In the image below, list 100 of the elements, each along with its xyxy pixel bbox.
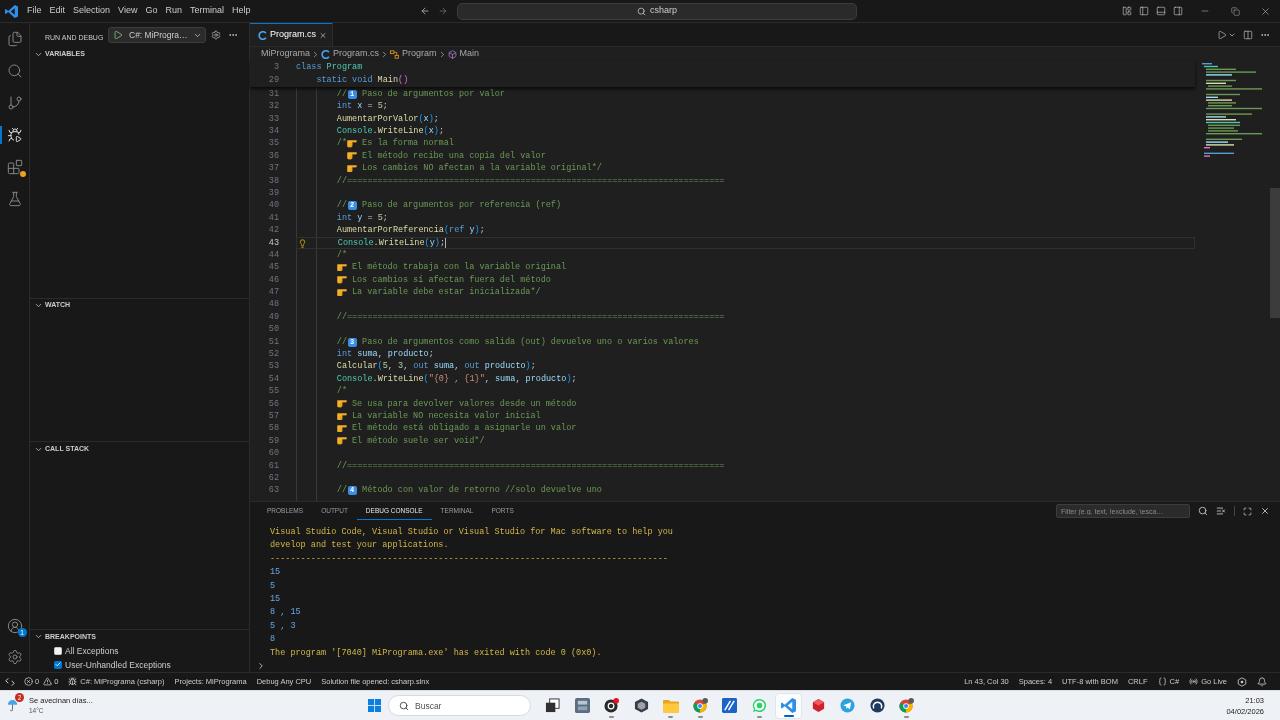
line-number: 44 [267, 248, 279, 262]
code-text: Se usa para devolver valores desde un método [350, 397, 577, 411]
four-squares-icon[interactable] [367, 699, 381, 712]
breadcrumb-item[interactable]: MiPrograma [261, 47, 310, 61]
close-icon[interactable] [319, 30, 327, 40]
breadcrumb-item[interactable]: Program [390, 47, 437, 61]
code-text: // [336, 87, 347, 101]
line-number: 56 [267, 397, 279, 411]
angle-brackets-icon[interactable] [5, 676, 15, 687]
maximize-icon[interactable] [1243, 506, 1252, 516]
pointing-hand-icon [347, 152, 357, 160]
bug-play-icon[interactable] [6, 127, 23, 143]
ribbon-icon [781, 698, 797, 713]
line-number: 42 [267, 224, 279, 237]
menu-item[interactable]: Terminal [185, 2, 228, 20]
hexagon-icon[interactable] [1237, 676, 1247, 687]
menu-item[interactable]: Run [161, 2, 186, 20]
taskbar-button[interactable] [775, 692, 803, 719]
code-text: //========================================================================== [336, 459, 725, 473]
checkbox-label[interactable]: User-Unhandled Exceptions [65, 658, 171, 672]
code-text: Paso de argumentos como salida (out) devuelve uno o varios valores [361, 335, 699, 349]
user-circle-icon[interactable] [6, 617, 23, 634]
code-text: Es la forma normal [361, 137, 454, 151]
forward-arrow-icon[interactable] [438, 6, 448, 16]
line-number: 34 [267, 125, 279, 138]
cube-icon [447, 49, 457, 59]
search-icon[interactable] [1198, 506, 1208, 516]
bug-icon [68, 677, 78, 686]
search-bar[interactable]: Buscar [388, 695, 531, 716]
code-text: La variable debe estar inicializada*/ [350, 286, 541, 299]
menu-item[interactable]: Edit [45, 2, 70, 20]
checkbox[interactable] [54, 647, 62, 655]
search-icon [637, 6, 646, 16]
breadcrumb-item[interactable]: Main [447, 47, 480, 61]
chevron-right-icon[interactable] [256, 660, 266, 671]
logo-icon [5, 4, 18, 18]
code-text: La variable NO necesita valor inicial [350, 410, 541, 423]
bell-icon[interactable] [1257, 676, 1267, 687]
panel-right-icon[interactable] [1173, 6, 1183, 16]
menu-item[interactable]: File [23, 2, 46, 20]
line-number: 41 [267, 211, 279, 225]
lightbulb-icon[interactable] [298, 238, 307, 248]
console-line: 8 [270, 633, 276, 647]
console-line: develop and test your applications. [270, 539, 449, 553]
checkbox[interactable] [54, 661, 62, 669]
code-text: int y = 5; [336, 211, 388, 225]
close-icon[interactable] [1259, 5, 1271, 17]
slash-tile-icon [722, 698, 738, 713]
line-number: 57 [267, 410, 279, 423]
columns-icon[interactable] [1243, 29, 1253, 40]
back-arrow-icon[interactable] [420, 6, 430, 16]
search-field[interactable]: Buscar [415, 698, 525, 713]
code-text: Paso de argumentos por valor [361, 87, 505, 101]
line-number: 53 [267, 360, 279, 374]
checkbox-label[interactable]: All Exceptions [65, 644, 119, 658]
console-line: 5 [270, 579, 276, 593]
code-text: // [336, 484, 347, 498]
blocks-icon[interactable] [6, 159, 23, 175]
menu-item[interactable]: Selection [69, 2, 115, 20]
line-number: 31 [267, 87, 279, 101]
code-text: El método recibe una copia del valor [361, 149, 546, 163]
settings-icon[interactable] [211, 30, 221, 40]
launch-config-select[interactable]: C#: MiProgra… [127, 28, 205, 42]
menu-item[interactable]: Go [141, 2, 162, 20]
code-text: Console.WriteLine(y); [337, 236, 445, 250]
line-number: 40 [267, 199, 279, 213]
command-center[interactable]: csharp [457, 2, 857, 20]
menu-item[interactable]: View [114, 2, 142, 20]
code-text: El método trabaja con la variable original [350, 261, 567, 275]
panel-left-icon[interactable] [1139, 6, 1149, 16]
line-number: 51 [267, 335, 279, 349]
files-icon[interactable] [6, 31, 23, 47]
play-icon[interactable] [113, 30, 123, 40]
pointing-hand-icon [336, 412, 347, 421]
code-text: AumentarPorValor(x); [336, 112, 439, 126]
console-line: Visual Studio Code, Visual Studio or Visual Studio for Mac software to help you [270, 526, 673, 539]
branch-icon[interactable] [6, 95, 23, 111]
layout-icon[interactable] [1122, 6, 1132, 16]
scrollbar-thumb[interactable] [1270, 188, 1280, 318]
x-circle-icon [24, 677, 33, 686]
line-number: 48 [267, 298, 279, 312]
menu-item[interactable]: Help [227, 2, 255, 20]
code-text: Calcular(5, 3, out suma, out producto); [336, 360, 536, 374]
console-line: 5 , 3 [270, 619, 296, 633]
code-text: static void Main() [316, 74, 409, 87]
editor-tab[interactable]: Program.cs [250, 23, 333, 46]
play-icon[interactable] [1217, 29, 1227, 40]
list-with-x-icon[interactable] [1216, 506, 1226, 516]
line-number: 58 [267, 422, 279, 436]
braces-icon [1157, 677, 1167, 686]
panel-bottom-icon[interactable] [1156, 6, 1166, 16]
active-indicator [0, 126, 2, 144]
settings-icon[interactable] [6, 648, 23, 665]
line-number: 38 [267, 174, 279, 188]
breadcrumb-item[interactable]: Program.cs [321, 47, 380, 61]
close-icon[interactable] [1260, 506, 1270, 516]
code-text: //========================================================================== [336, 310, 725, 324]
search-icon[interactable] [6, 63, 23, 79]
linked-squares-icon [390, 49, 400, 59]
flask-icon[interactable] [6, 191, 23, 207]
